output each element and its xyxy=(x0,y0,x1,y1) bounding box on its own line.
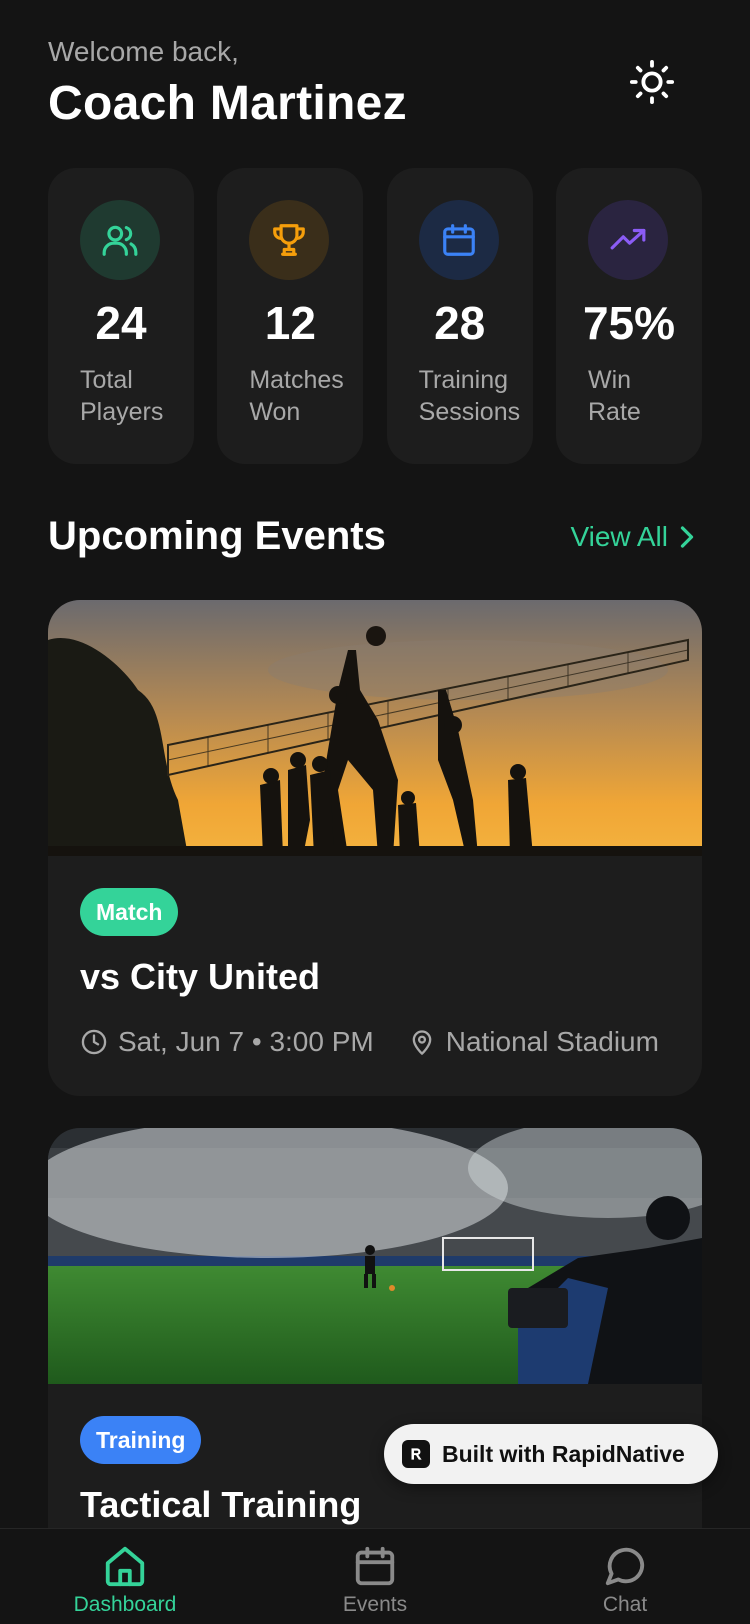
tab-events[interactable]: Events xyxy=(250,1529,500,1624)
stat-card-matches-won[interactable]: 12 Matches Won xyxy=(217,168,364,464)
stat-value: 28 xyxy=(434,297,486,349)
stat-value: 75% xyxy=(582,297,676,349)
event-image-volleyball-sunset xyxy=(48,600,702,856)
stat-label-line1: Win xyxy=(587,366,632,394)
event-datetime: Sat, Jun 7 • 3:00 PM xyxy=(80,1026,374,1058)
event-datetime-text: Sat, Jun 7 • 3:00 PM xyxy=(118,1026,374,1057)
event-location: National Stadium xyxy=(408,1026,659,1058)
stat-label-line2: Sessions xyxy=(418,398,521,426)
tab-label: Events xyxy=(342,1593,408,1616)
event-tag-badge: Training xyxy=(80,1416,202,1464)
stat-icon-circle xyxy=(80,200,160,280)
trophy-icon xyxy=(273,224,306,256)
stat-icon-circle xyxy=(587,200,668,280)
sun-icon xyxy=(629,59,675,105)
stat-label-line1: Training xyxy=(418,366,509,394)
theme-toggle-button[interactable] xyxy=(628,58,676,106)
event-image-stadium-sprinklers xyxy=(48,1128,702,1384)
clock-icon xyxy=(81,1029,107,1055)
chat-bubble-icon xyxy=(605,1547,645,1586)
stat-label: Matches Won xyxy=(249,364,355,428)
rapidnative-logo-icon xyxy=(402,1440,430,1468)
stat-card-win-rate[interactable]: 75% Win Rate xyxy=(555,168,702,464)
event-title: vs City United xyxy=(80,956,321,997)
stat-label-line1: Total xyxy=(80,366,133,394)
stat-card-training-sessions[interactable]: 28 Training Sessions xyxy=(386,168,533,464)
section-title: Upcoming Events xyxy=(48,514,386,558)
map-pin-icon xyxy=(412,1030,432,1055)
stat-icon-circle xyxy=(418,200,499,280)
stat-value: 24 xyxy=(95,297,147,349)
stat-label-line1: Matches xyxy=(249,366,344,394)
home-icon xyxy=(105,1546,145,1587)
built-with-badge[interactable]: Built with RapidNative xyxy=(384,1424,718,1484)
event-title: Tactical Training xyxy=(80,1484,362,1525)
tab-label: Dashboard xyxy=(73,1593,177,1616)
stat-label-line2: Won xyxy=(249,398,301,426)
stats-row: 24 Total Players 12 Matches Won 28 Train… xyxy=(48,168,702,464)
stat-value: 12 xyxy=(264,297,316,349)
stat-card-total-players[interactable]: 24 Total Players xyxy=(48,168,194,464)
tab-label: Chat xyxy=(602,1593,648,1616)
stat-label: Win Rate xyxy=(588,364,694,428)
event-location-text: National Stadium xyxy=(445,1026,659,1057)
event-tag-badge: Match xyxy=(80,888,179,936)
upcoming-events-header: Upcoming Events View All xyxy=(48,514,702,559)
calendar-icon xyxy=(442,224,475,256)
chevron-right-icon xyxy=(680,525,694,548)
stat-icon-circle xyxy=(249,200,330,280)
tab-chat[interactable]: Chat xyxy=(500,1529,750,1624)
bottom-tab-bar: Dashboard Events Chat xyxy=(0,1528,750,1624)
trending-up-icon xyxy=(610,228,646,250)
users-icon xyxy=(102,225,138,256)
event-meta: Sat, Jun 7 • 3:00 PM National Stadium xyxy=(80,1026,659,1058)
header: Welcome back, Coach Martinez xyxy=(48,34,702,134)
calendar-icon xyxy=(355,1546,395,1586)
stat-label: Training Sessions xyxy=(419,364,525,428)
tab-dashboard[interactable]: Dashboard xyxy=(0,1529,250,1624)
welcome-text: Welcome back, xyxy=(48,36,239,67)
event-card[interactable]: Match vs City United Sat, Jun 7 • 3:00 P… xyxy=(48,600,702,1096)
view-all-label: View All xyxy=(570,520,668,552)
built-with-label: Built with RapidNative xyxy=(442,1440,685,1467)
coach-name: Coach Martinez xyxy=(48,77,407,130)
stat-label: Total Players xyxy=(80,364,186,428)
stat-label-line2: Rate xyxy=(587,398,641,426)
stat-label-line2: Players xyxy=(80,398,164,426)
view-all-link[interactable]: View All xyxy=(570,521,696,553)
